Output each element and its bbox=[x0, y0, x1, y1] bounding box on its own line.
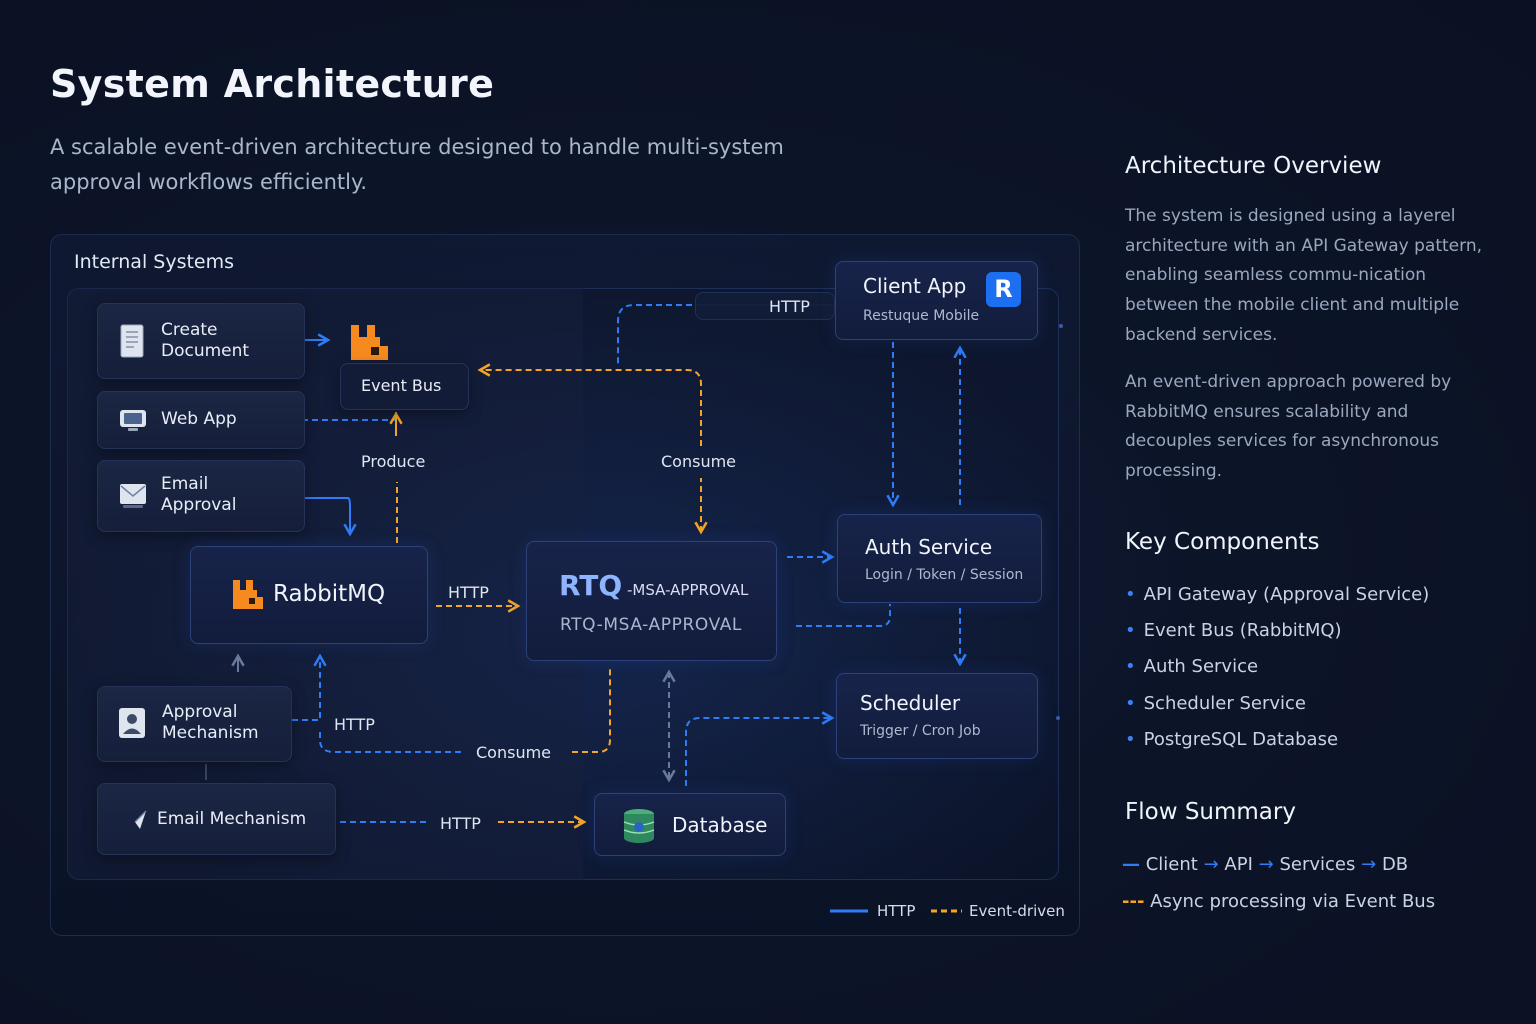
eventbus-logo-icon bbox=[351, 325, 388, 360]
rabbitmq-label: RabbitMQ bbox=[273, 581, 386, 607]
consume-bottom-label: Consume bbox=[476, 743, 552, 762]
consume-top-label: Consume bbox=[661, 452, 737, 471]
create-document-card[interactable]: Create Document bbox=[97, 303, 305, 379]
http-top-pill bbox=[695, 292, 835, 320]
email-mechanism-label: Email Mechanism bbox=[157, 809, 307, 829]
components-title: Key Components bbox=[1125, 529, 1320, 555]
database-node[interactable]: Database bbox=[594, 793, 786, 856]
component-item: • PostgreSQL Database bbox=[1125, 729, 1339, 750]
document-icon bbox=[120, 324, 144, 358]
restuque-badge-icon: R bbox=[986, 272, 1021, 307]
overview-paragraph-2: An event-driven approach powered by Rabb… bbox=[1125, 372, 1452, 482]
flow-async-summary: --- Async processing via Event Bus bbox=[1122, 891, 1436, 912]
component-item: • Event Bus (RabbitMQ) bbox=[1125, 620, 1342, 641]
web-app-card[interactable]: Web App bbox=[97, 391, 305, 449]
create-document-label: Create Document bbox=[161, 320, 250, 361]
auth-service-title: Auth Service bbox=[865, 535, 993, 559]
flow-http-summary: — Client → API → Services → DB bbox=[1122, 854, 1409, 875]
scheduler-title: Scheduler bbox=[860, 691, 961, 715]
scheduler-node[interactable]: Scheduler Trigger / Cron Job bbox=[836, 673, 1038, 759]
line-consume-bottom bbox=[572, 668, 611, 753]
overview-title: Architecture Overview bbox=[1125, 153, 1382, 179]
web-app-label: Web App bbox=[161, 409, 237, 429]
line-db-scheduler bbox=[685, 711, 835, 786]
component-item: • API Gateway (Approval Service) bbox=[1125, 584, 1430, 605]
rtq-logo-suffix: -MSA-APPROVAL bbox=[627, 581, 749, 599]
line-auth-rtq bbox=[796, 604, 891, 627]
monitor-icon bbox=[120, 410, 146, 431]
legend-event: Event-driven bbox=[969, 902, 1065, 920]
user-badge-icon bbox=[119, 708, 145, 738]
flow-title: Flow Summary bbox=[1125, 799, 1296, 825]
envelope-icon bbox=[120, 484, 146, 508]
line-http-top bbox=[617, 304, 692, 364]
rabbitmq-logo-icon bbox=[233, 580, 263, 609]
component-item: • Auth Service bbox=[1125, 656, 1259, 677]
client-app-subtitle: Restuque Mobile bbox=[863, 308, 980, 324]
event-bus-node[interactable]: Event Bus bbox=[340, 363, 469, 410]
approval-mechanism-card[interactable]: Approval Mechanism bbox=[97, 686, 292, 762]
paper-plane-icon bbox=[126, 810, 147, 831]
http-approval-label: HTTP bbox=[334, 715, 375, 734]
http-top-label: HTTP bbox=[769, 297, 810, 316]
event-bus-label: Event Bus bbox=[361, 376, 442, 395]
http-email-label: HTTP bbox=[440, 814, 481, 833]
http-rabbit-label: HTTP bbox=[448, 583, 489, 602]
legend-http: HTTP bbox=[877, 902, 916, 920]
produce-label: Produce bbox=[361, 452, 426, 471]
auth-service-subtitle: Login / Token / Session bbox=[865, 567, 1024, 583]
component-item: • Scheduler Service bbox=[1125, 693, 1306, 714]
rtq-logo-text: RTQ bbox=[559, 569, 623, 602]
database-label: Database bbox=[672, 813, 768, 837]
rtq-approval-node[interactable]: RTQ -MSA-APPROVAL RTQ-MSA-APPROVAL bbox=[526, 541, 777, 661]
client-app-node[interactable]: Client App Restuque Mobile R bbox=[835, 261, 1038, 340]
database-icon bbox=[623, 809, 655, 843]
approval-mechanism-label: Approval Mechanism bbox=[162, 702, 259, 743]
scheduler-subtitle: Trigger / Cron Job bbox=[860, 723, 981, 739]
rtq-name: RTQ-MSA-APPROVAL bbox=[560, 615, 743, 635]
auth-service-node[interactable]: Auth Service Login / Token / Session bbox=[837, 514, 1042, 603]
email-approval-label: Email Approval bbox=[161, 474, 237, 515]
client-app-title: Client App bbox=[863, 274, 967, 298]
rabbitmq-node[interactable]: RabbitMQ bbox=[190, 546, 428, 644]
email-approval-card[interactable]: Email Approval bbox=[97, 460, 305, 532]
overview-paragraph-1: The system is designed using a layerel a… bbox=[1125, 206, 1482, 345]
email-mechanism-card[interactable]: Email Mechanism bbox=[97, 783, 336, 855]
